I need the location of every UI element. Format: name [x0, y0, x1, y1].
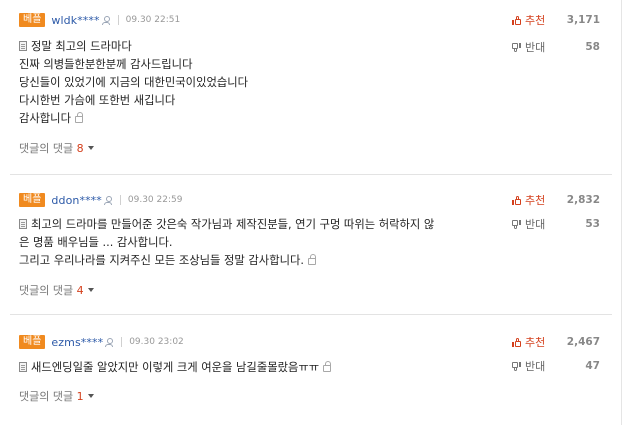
downvote-count: 53 [585, 218, 600, 230]
comment-line: 그리고 우리나라를 지켜주신 모든 조상님들 정말 감사합니다. [19, 252, 489, 270]
username-link[interactable]: wldk**** [51, 14, 99, 27]
thumbs-down-icon [512, 219, 521, 229]
timestamp: 09.30 22:51 [125, 15, 181, 25]
comment-line: 새드엔딩일줄 알았지만 이렇게 크게 여운을 남길줄몰랐음ㅠㅠ [19, 359, 489, 377]
upvote-button[interactable]: 추천 3,171 [512, 12, 600, 28]
replies-count: 4 [76, 284, 84, 297]
downvote-count: 47 [585, 360, 600, 372]
upvote-label: 추천 [525, 336, 546, 349]
caret-down-icon [87, 288, 94, 292]
user-icon [105, 337, 114, 347]
upvote-label: 추천 [525, 14, 546, 27]
replies-toggle[interactable]: 댓글의 댓글 4 [19, 282, 94, 298]
comment-line: 감사합니다 [19, 110, 489, 128]
comment-line: 은 명품 배우님들 ... 감사합니다. [19, 236, 173, 249]
comment-body: 새드엔딩일줄 알았지만 이렇게 크게 여운을 남길줄몰랐음ㅠㅠ [19, 359, 489, 377]
replies-label: 댓글의 댓글 [19, 284, 74, 297]
divider [121, 337, 123, 347]
thumbs-down-icon [512, 42, 521, 52]
user-icon [101, 15, 110, 25]
upvote-count: 3,171 [566, 14, 600, 26]
caret-down-icon [87, 146, 94, 150]
user-icon [103, 195, 112, 205]
lock-icon [323, 361, 332, 372]
best-badge: 베플 [19, 193, 46, 207]
username-link[interactable]: ddon**** [51, 194, 101, 207]
upvote-button[interactable]: 추천 2,832 [512, 192, 600, 208]
replies-count: 1 [76, 390, 84, 403]
downvote-label: 반대 [525, 360, 546, 373]
divider [119, 195, 121, 205]
caret-down-icon [87, 394, 94, 398]
panel-right-border [621, 0, 622, 425]
username-link[interactable]: ezms**** [51, 336, 103, 349]
timestamp: 09.30 23:02 [129, 337, 184, 347]
comment-divider [10, 314, 612, 315]
comment-item: 베플 ezms**** 09.30 23:02 추천 2,467 반대 47 새… [0, 334, 612, 414]
comment-body: 정말 최고의 드라마다 진짜 의병들한분한분께 감사드립니다 당신들이 있었기에… [19, 38, 489, 128]
downvote-label: 반대 [525, 218, 546, 231]
comment-divider [10, 174, 612, 175]
document-icon [19, 362, 27, 372]
thumbs-up-icon [512, 337, 521, 347]
divider [117, 15, 119, 25]
thumbs-up-icon [512, 15, 521, 25]
replies-label: 댓글의 댓글 [19, 390, 74, 403]
comment-item: 베플 wldk**** 09.30 22:51 추천 3,171 반대 58 정… [0, 12, 612, 172]
comment-line: 최고의 드라마를 만들어준 갓은숙 작가님과 제작진분들, 연기 구멍 따위는 … [19, 216, 489, 234]
upvote-button[interactable]: 추천 2,467 [512, 334, 600, 350]
replies-label: 댓글의 댓글 [19, 142, 74, 155]
document-icon [19, 41, 27, 51]
best-badge: 베플 [19, 335, 46, 349]
document-icon [19, 219, 27, 229]
upvote-label: 추천 [525, 194, 546, 207]
lock-icon [307, 254, 316, 265]
timestamp: 09.30 22:59 [127, 195, 183, 205]
comment-header: 베플 ddon**** 09.30 22:59 [19, 192, 182, 208]
downvote-button[interactable]: 반대 47 [512, 358, 600, 374]
lock-icon [74, 112, 83, 123]
comment-line: 정말 최고의 드라마다 [19, 38, 489, 56]
comment-line: 진짜 의병들한분한분께 감사드립니다 [19, 58, 193, 71]
replies-toggle[interactable]: 댓글의 댓글 8 [19, 140, 94, 156]
comment-header: 베플 ezms**** 09.30 23:02 [19, 334, 184, 350]
downvote-count: 58 [585, 41, 600, 53]
thumbs-up-icon [512, 195, 521, 205]
upvote-count: 2,467 [566, 336, 600, 348]
comment-line: 다시한번 가슴에 또한번 새깁니다 [19, 94, 176, 107]
best-badge: 베플 [19, 13, 46, 27]
comment-line: 당신들이 있었기에 지금의 대한민국이있었습니다 [19, 76, 249, 89]
comment-body: 최고의 드라마를 만들어준 갓은숙 작가님과 제작진분들, 연기 구멍 따위는 … [19, 216, 489, 270]
thumbs-down-icon [512, 361, 521, 371]
downvote-button[interactable]: 반대 58 [512, 39, 600, 55]
replies-toggle[interactable]: 댓글의 댓글 1 [19, 388, 94, 404]
comment-item: 베플 ddon**** 09.30 22:59 추천 2,832 반대 53 최… [0, 192, 612, 302]
replies-count: 8 [76, 142, 84, 155]
downvote-label: 반대 [525, 41, 546, 54]
comment-header: 베플 wldk**** 09.30 22:51 [19, 12, 180, 28]
upvote-count: 2,832 [566, 194, 600, 206]
downvote-button[interactable]: 반대 53 [512, 216, 600, 232]
